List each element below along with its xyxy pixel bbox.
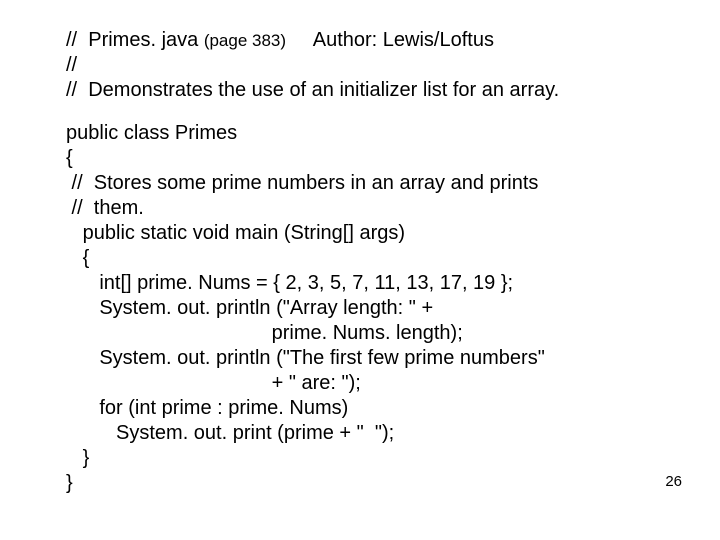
author-text: Author: Lewis/Loftus bbox=[286, 29, 494, 51]
code-line: { bbox=[66, 246, 680, 271]
code-listing: // Primes. java (page 383) Author: Lewis… bbox=[66, 28, 680, 496]
comment-header-1: // Primes. java (page 383) Author: Lewis… bbox=[66, 28, 680, 53]
slide-page-number: 26 bbox=[665, 473, 682, 490]
comment-header-2: // bbox=[66, 53, 680, 78]
code-line: System. out. println ("Array length: " + bbox=[66, 296, 680, 321]
code-line: System. out. println ("The first few pri… bbox=[66, 346, 680, 371]
code-line: public static void main (String[] args) bbox=[66, 221, 680, 246]
page-reference: (page 383) bbox=[204, 31, 286, 50]
code-line: + " are: "); bbox=[66, 371, 680, 396]
code-line: prime. Nums. length); bbox=[66, 321, 680, 346]
code-line: for (int prime : prime. Nums) bbox=[66, 396, 680, 421]
code-line: System. out. print (prime + " "); bbox=[66, 421, 680, 446]
comment-header-3: // Demonstrates the use of an initialize… bbox=[66, 78, 680, 103]
header-prefix: // Primes. java bbox=[66, 29, 204, 51]
code-line: } bbox=[66, 471, 680, 496]
code-line: // them. bbox=[66, 196, 680, 221]
code-line: { bbox=[66, 146, 680, 171]
code-line: // Stores some prime numbers in an array… bbox=[66, 171, 680, 196]
code-line: int[] prime. Nums = { 2, 3, 5, 7, 11, 13… bbox=[66, 271, 680, 296]
code-line: } bbox=[66, 446, 680, 471]
code-line: public class Primes bbox=[66, 121, 680, 146]
